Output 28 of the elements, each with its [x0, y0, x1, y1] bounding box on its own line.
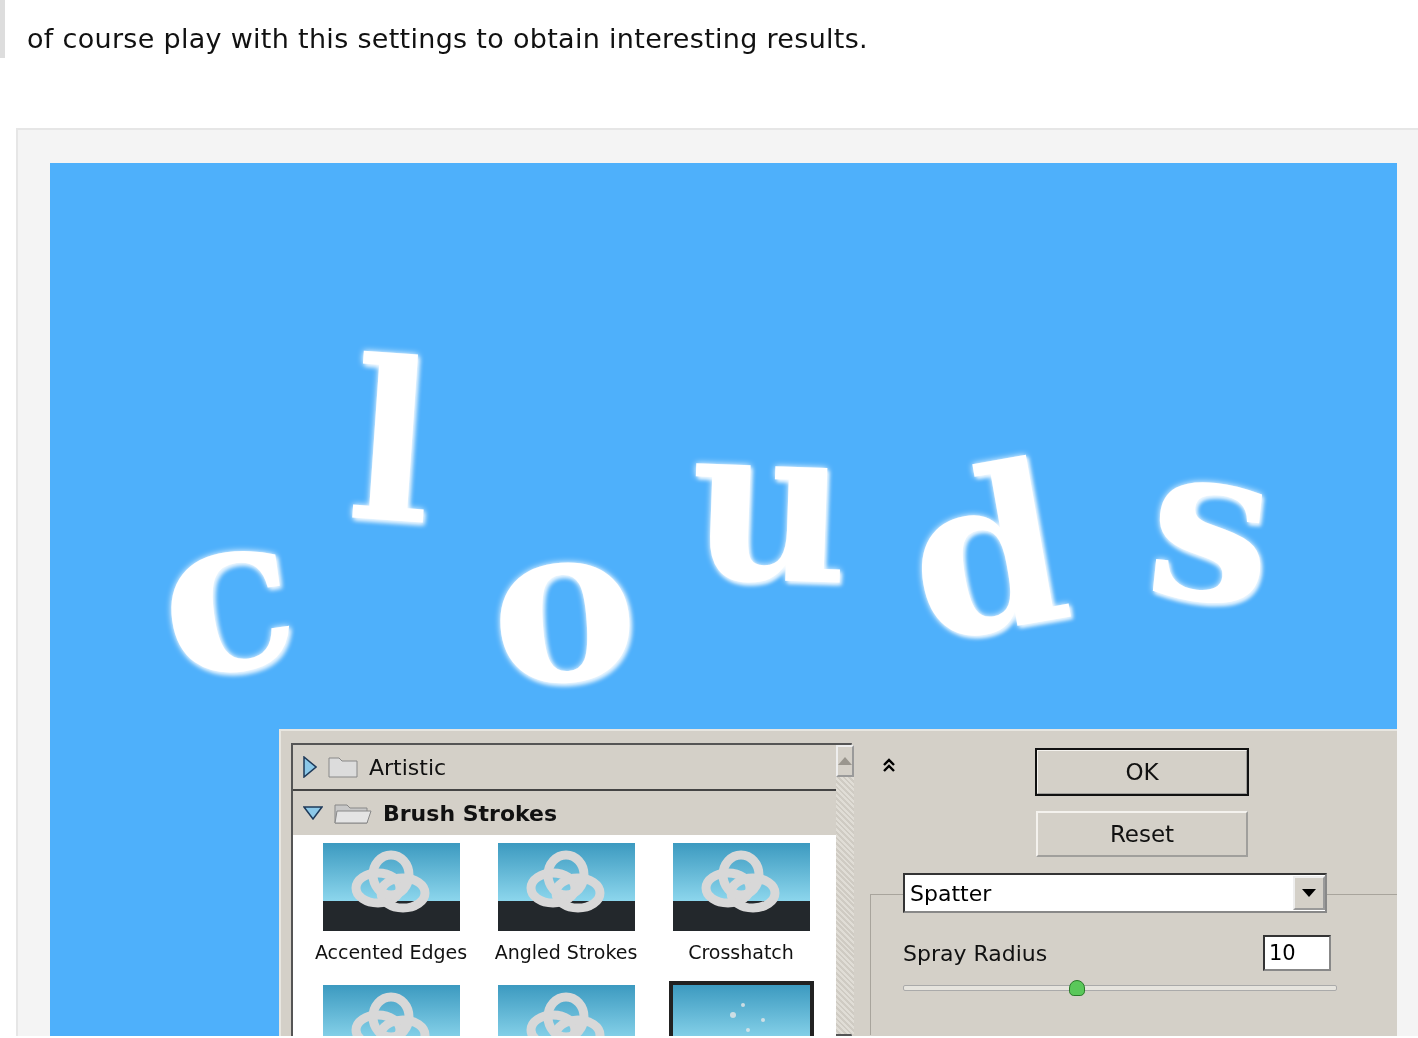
scrollbar[interactable]: [836, 745, 854, 1034]
category-row[interactable]: Artistic: [293, 745, 836, 791]
scroll-up-button[interactable]: [836, 745, 854, 777]
folder-icon: [327, 755, 359, 779]
slider-track[interactable]: [903, 979, 1337, 997]
value-field[interactable]: 10: [1263, 935, 1331, 971]
category-name: Brush Strokes: [383, 800, 558, 826]
dialog-button[interactable]: OK: [1036, 749, 1248, 795]
cloud-letter: o: [482, 488, 645, 718]
thumbnail-label: Accented Edges: [314, 941, 468, 963]
filter-dropdown[interactable]: Spatter: [903, 873, 1327, 913]
cloud-letter: u: [686, 390, 854, 616]
category-row[interactable]: Brush Strokes: [293, 791, 836, 835]
cloud-letter: l: [342, 330, 442, 556]
paragraph: of course play with this settings to obtain interesting results.: [27, 23, 868, 54]
folder-icon: [333, 801, 373, 825]
dialog-button[interactable]: Reset: [1036, 811, 1248, 857]
cloud-letter: d: [892, 431, 1082, 675]
collapsed-triangle-icon[interactable]: [303, 756, 317, 778]
thumbnail-label: Crosshatch: [688, 941, 794, 963]
category-name: Artistic: [369, 754, 447, 780]
cloud-letter: s: [1138, 407, 1285, 639]
expanded-triangle-icon[interactable]: [303, 806, 323, 820]
collapse-chevron-icon[interactable]: [882, 757, 896, 773]
slider-thumb[interactable]: [1068, 980, 1085, 996]
cloud-letter: c: [145, 474, 309, 712]
setting-label: Spray Radius: [903, 940, 1048, 966]
thumbnail-label: Angled Strokes: [494, 941, 638, 963]
